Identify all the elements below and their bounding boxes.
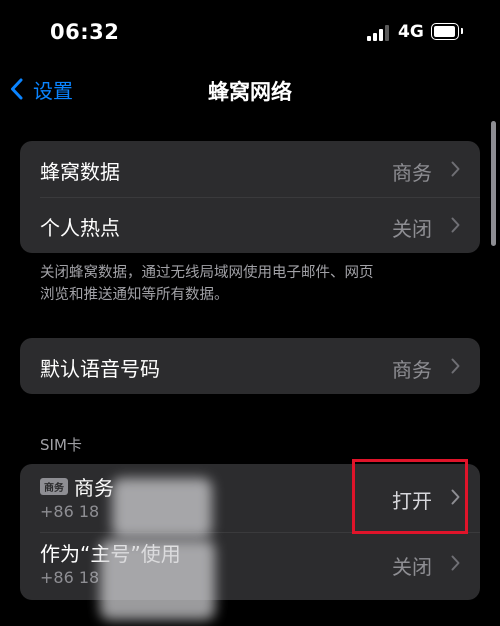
row-label: 默认语音号码 [40,357,160,381]
sim-badge: 商务 [40,478,68,495]
chevron-right-icon [451,358,460,374]
default-voice-line-row[interactable]: 默认语音号码 商务 [20,338,480,394]
row-value: 商务 [392,161,432,185]
footnote-line: 浏览和推送通知等所有数据。 [40,287,229,303]
sim-label: 商务 [74,476,114,500]
sim-section-header: SIM卡 [40,436,82,454]
personal-hotspot-row[interactable]: 个人热点 关闭 [20,197,480,253]
cellular-signal-icon [367,25,393,41]
row-value: 关闭 [392,217,432,241]
navigation-bar: 设置 蜂窝网络 [0,66,500,112]
sim-phone-number: +86 18 [40,502,100,521]
chevron-right-icon [451,217,460,233]
network-type: 4G [398,22,424,42]
row-label: 蜂窝数据 [40,160,120,184]
row-value: 商务 [392,358,432,382]
cellular-settings-group: 蜂窝数据 商务 个人热点 关闭 [20,141,480,253]
row-label: 个人热点 [40,216,120,240]
redaction-blur [100,540,215,620]
cellular-data-footnote: 关闭蜂窝数据，通过无线局域网使用电子邮件、网页 浏览和推送通知等所有数据。 [40,262,460,306]
battery-icon [431,23,463,40]
chevron-right-icon [451,555,460,571]
default-voice-group: 默认语音号码 商务 [20,338,480,394]
annotation-highlight-box [352,459,468,534]
chevron-right-icon [451,161,460,177]
scroll-indicator[interactable] [491,121,496,246]
redaction-blur [112,478,212,538]
cellular-data-row[interactable]: 蜂窝数据 商务 [20,141,480,197]
page-title: 蜂窝网络 [208,80,292,104]
use-as-primary-row[interactable]: 作为“主号”使用 +86 18 关闭 [20,530,480,596]
status-time: 06:32 [50,20,120,44]
footnote-line: 关闭蜂窝数据，通过无线局域网使用电子邮件、网页 [40,265,374,281]
status-bar: 06:32 4G [0,0,500,60]
sim-status-value: 关闭 [392,555,432,579]
sim-phone-number: +86 18 [40,568,100,587]
